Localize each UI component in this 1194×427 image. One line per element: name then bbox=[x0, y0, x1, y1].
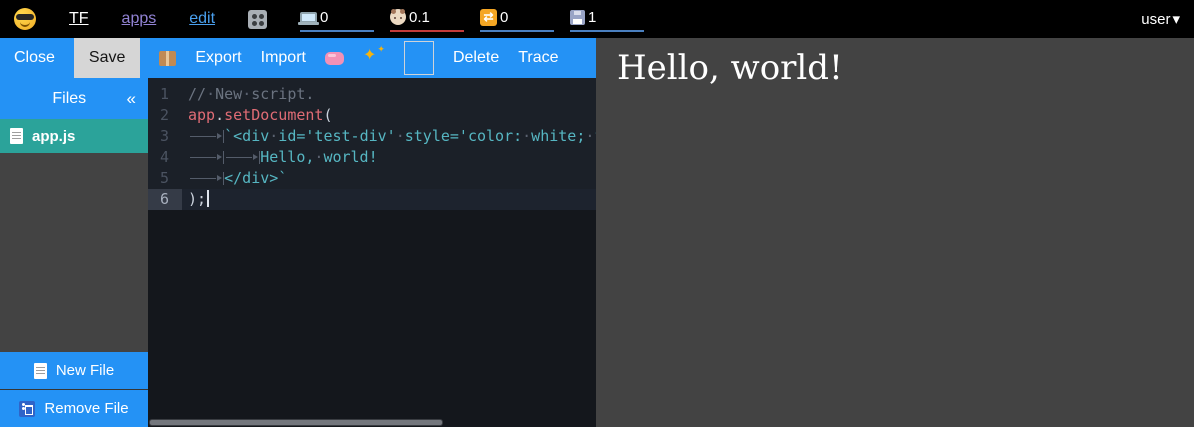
files-panel-header: Files « bbox=[0, 78, 148, 119]
line-number: 2 bbox=[148, 105, 182, 126]
cpu-counter-value: 0 bbox=[320, 9, 328, 26]
document-icon bbox=[10, 128, 23, 144]
code-token: New bbox=[215, 85, 242, 103]
text-cursor bbox=[207, 190, 209, 207]
code-line-content: `<div·id='test-div'·style='color:·white;… bbox=[182, 126, 596, 147]
code-line-content: ); bbox=[182, 189, 596, 210]
code-line[interactable]: 6); bbox=[148, 189, 596, 210]
export-button[interactable]: Export bbox=[195, 49, 241, 67]
hamster-icon bbox=[390, 9, 406, 25]
new-file-label: New File bbox=[56, 362, 114, 379]
floppy-disk-icon bbox=[570, 10, 585, 25]
repeat-counter-value: 0 bbox=[500, 9, 508, 26]
empty-toolbar-button[interactable] bbox=[404, 41, 434, 75]
line-number: 5 bbox=[148, 168, 182, 189]
sparkles-icon[interactable] bbox=[363, 47, 385, 69]
control-knobs-icon[interactable] bbox=[248, 10, 267, 29]
repeat-counter-field[interactable]: 0 bbox=[480, 6, 554, 32]
smiley-sunglasses-icon[interactable] bbox=[14, 8, 36, 30]
files-panel-title: Files bbox=[52, 90, 86, 108]
delete-button[interactable]: Delete bbox=[453, 49, 499, 67]
hamster-counter-field[interactable]: 0.1 bbox=[390, 6, 464, 32]
code-token: · bbox=[396, 127, 405, 145]
code-token: id='test-div' bbox=[278, 127, 395, 145]
code-token: app bbox=[188, 106, 215, 124]
storage-counter-field[interactable]: 1 bbox=[570, 6, 644, 32]
code-line[interactable]: 4Hello,·world! bbox=[148, 147, 596, 168]
line-number: 4 bbox=[148, 147, 182, 168]
user-menu-label: user bbox=[1141, 11, 1170, 28]
code-line[interactable]: 5 </div>` bbox=[148, 168, 596, 189]
code-line[interactable]: 1//·New·script. bbox=[148, 84, 596, 105]
code-token: · bbox=[206, 85, 215, 103]
storage-counter-value: 1 bbox=[588, 9, 596, 26]
output-heading: Hello, world! bbox=[617, 47, 1194, 90]
editor-toolbar: Close Save Export Import Delete Trace bbox=[0, 38, 596, 78]
tab-whitespace-marker bbox=[188, 130, 224, 143]
edit-link[interactable]: edit bbox=[189, 10, 215, 28]
code-token: world! bbox=[323, 148, 377, 166]
remove-file-label: Remove File bbox=[44, 400, 128, 417]
code-line[interactable]: 2app.setDocument( bbox=[148, 105, 596, 126]
tab-whitespace-marker bbox=[224, 151, 260, 164]
code-line[interactable]: 3`<div·id='test-div'·style='color:·white… bbox=[148, 126, 596, 147]
horizontal-scrollbar-thumb[interactable] bbox=[150, 420, 442, 425]
new-file-icon bbox=[34, 363, 47, 379]
user-menu[interactable]: user ▾ bbox=[1141, 10, 1180, 28]
new-file-button[interactable]: New File bbox=[0, 352, 148, 389]
code-token: · bbox=[522, 127, 531, 145]
import-button[interactable]: Import bbox=[261, 49, 306, 67]
code-token: // bbox=[188, 85, 206, 103]
close-button[interactable]: Close bbox=[14, 49, 55, 67]
code-token: · bbox=[242, 85, 251, 103]
file-item-label: app.js bbox=[32, 128, 75, 145]
line-number: 6 bbox=[148, 189, 182, 210]
save-button[interactable]: Save bbox=[74, 38, 140, 78]
tab-whitespace-marker bbox=[188, 172, 224, 185]
code-line-content: //·New·script. bbox=[182, 84, 596, 105]
code-token: setDocument bbox=[224, 106, 323, 124]
code-token: white; bbox=[531, 127, 585, 145]
line-number: 1 bbox=[148, 84, 182, 105]
code-line-content: app.setDocument( bbox=[182, 105, 596, 126]
code-token: style='color: bbox=[405, 127, 522, 145]
code-token: . bbox=[215, 106, 224, 124]
tab-whitespace-marker bbox=[188, 151, 224, 164]
collapse-sidebar-button[interactable]: « bbox=[127, 89, 136, 109]
remove-file-button[interactable]: Remove File bbox=[0, 390, 148, 427]
code-token: script. bbox=[251, 85, 314, 103]
file-item-appjs[interactable]: app.js bbox=[0, 119, 148, 153]
code-token: ); bbox=[188, 190, 206, 208]
chevron-down-icon: ▾ bbox=[1172, 10, 1180, 28]
apps-link[interactable]: apps bbox=[122, 10, 157, 28]
litter-bin-icon bbox=[19, 401, 35, 417]
status-counters: 0 0.1 0 1 bbox=[300, 6, 644, 32]
code-token: ( bbox=[323, 106, 332, 124]
package-icon[interactable] bbox=[159, 51, 176, 66]
repeat-icon bbox=[480, 9, 497, 26]
code-token: </div>` bbox=[224, 169, 287, 187]
code-token: · bbox=[269, 127, 278, 145]
cpu-counter-field[interactable]: 0 bbox=[300, 6, 374, 32]
sidebar-spacer bbox=[0, 153, 148, 352]
code-editor[interactable]: 1//·New·script.2app.setDocument(3`<div·i… bbox=[148, 78, 596, 427]
code-line-content: Hello,·world! bbox=[182, 147, 596, 168]
code-token: f bbox=[594, 127, 596, 145]
app-window: TF apps edit 0 0.1 0 1 user ▾ bbox=[0, 0, 1194, 427]
hamster-counter-value: 0.1 bbox=[409, 9, 430, 26]
output-preview-panel: Hello, world! bbox=[596, 38, 1194, 427]
top-navigation-bar: TF apps edit 0 0.1 0 1 user ▾ bbox=[0, 0, 1194, 38]
brand-link-tf[interactable]: TF bbox=[69, 10, 89, 28]
code-token: `<div bbox=[224, 127, 269, 145]
files-sidebar: Files « app.js New File R bbox=[0, 78, 148, 427]
soap-icon[interactable] bbox=[325, 52, 344, 65]
code-line-content: </div>` bbox=[182, 168, 596, 189]
trace-button[interactable]: Trace bbox=[518, 49, 558, 67]
code-token: Hello, bbox=[260, 148, 314, 166]
laptop-icon bbox=[300, 12, 317, 23]
code-lines: 1//·New·script.2app.setDocument(3`<div·i… bbox=[148, 78, 596, 210]
line-number: 3 bbox=[148, 126, 182, 147]
